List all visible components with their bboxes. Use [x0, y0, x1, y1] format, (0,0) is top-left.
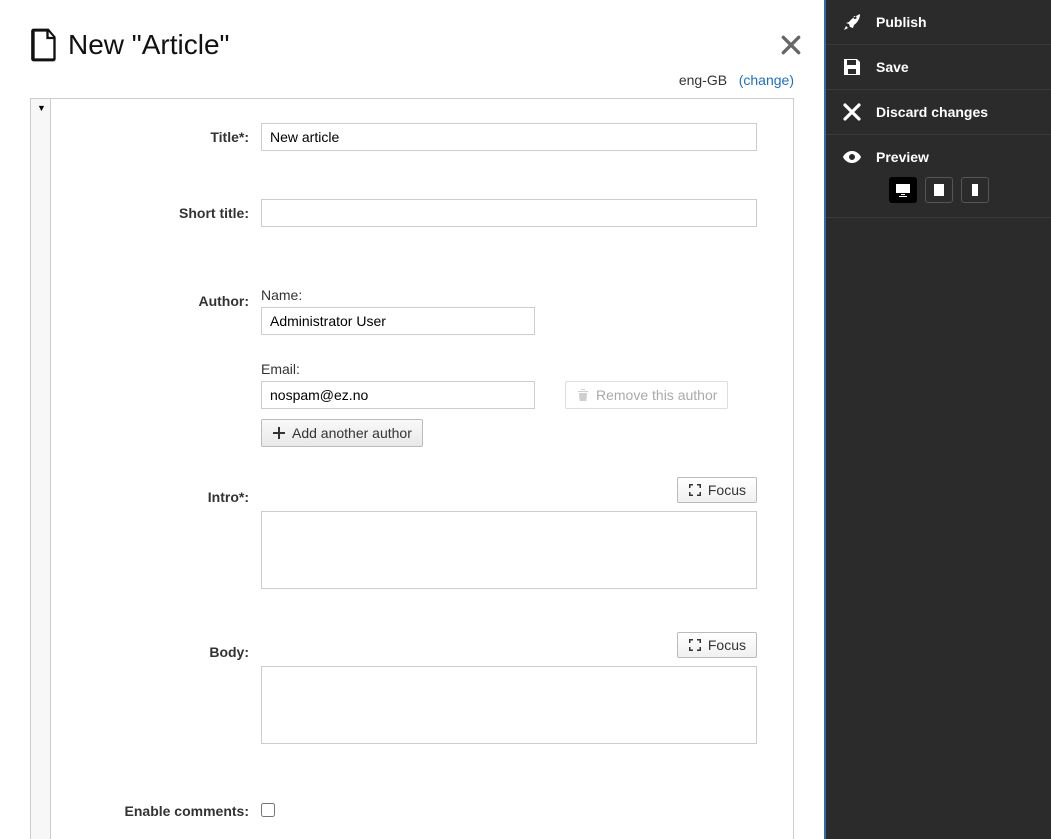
device-row: [842, 177, 1035, 203]
close-button[interactable]: [780, 34, 802, 59]
title-input[interactable]: [261, 123, 757, 151]
main-panel: New "Article" eng-GB (change) ▼ Title*: …: [0, 0, 826, 839]
short-title-input[interactable]: [261, 199, 757, 227]
expand-icon: [688, 638, 702, 652]
rocket-icon: [842, 12, 862, 32]
file-icon: [30, 28, 58, 62]
remove-author-button: Remove this author: [565, 381, 728, 409]
discard-icon: [842, 102, 862, 122]
intro-textarea[interactable]: [261, 511, 757, 589]
author-label: Author:: [51, 227, 261, 447]
body-focus-button[interactable]: Focus: [677, 632, 757, 658]
body-focus-label: Focus: [708, 637, 746, 653]
sidebar: Publish Save Discard changes Preview: [826, 0, 1051, 839]
short-title-label: Short title:: [51, 151, 261, 227]
page-title: New "Article": [68, 29, 229, 61]
enable-comments-label: Enable comments:: [51, 747, 261, 820]
language-row: eng-GB (change): [0, 72, 824, 98]
expand-icon: [688, 483, 702, 497]
mobile-icon: [967, 183, 983, 197]
language-code: eng-GB: [679, 72, 727, 88]
add-author-label: Add another author: [292, 425, 412, 441]
plus-icon: [272, 426, 286, 440]
form-container: ▼ Title*: Short title: Author: Name: Ema…: [30, 98, 794, 839]
save-icon: [842, 57, 862, 77]
save-button[interactable]: Save: [826, 45, 1051, 90]
save-label: Save: [876, 59, 909, 75]
preview-tablet-button[interactable]: [925, 177, 953, 203]
publish-label: Publish: [876, 14, 927, 30]
desktop-icon: [895, 183, 911, 197]
body-textarea[interactable]: [261, 666, 757, 744]
add-author-button[interactable]: Add another author: [261, 419, 423, 447]
preview-section: Preview: [826, 135, 1051, 218]
remove-author-label: Remove this author: [596, 387, 717, 403]
author-email-label: Email:: [261, 361, 763, 377]
trash-icon: [576, 388, 590, 402]
close-icon: [780, 34, 802, 56]
eye-icon: [842, 147, 862, 167]
intro-label: Intro*:: [51, 447, 261, 592]
body-label: Body:: [51, 592, 261, 747]
author-name-label: Name:: [261, 287, 763, 303]
preview-mobile-button[interactable]: [961, 177, 989, 203]
change-language-link[interactable]: (change): [739, 72, 794, 88]
preview-label: Preview: [876, 149, 929, 165]
tablet-icon: [931, 183, 947, 197]
enable-comments-checkbox[interactable]: [261, 803, 275, 817]
preview-desktop-button[interactable]: [889, 177, 917, 203]
publish-button[interactable]: Publish: [826, 0, 1051, 45]
author-name-input[interactable]: [261, 307, 535, 335]
tab-column[interactable]: ▼: [31, 99, 51, 839]
caret-down-icon: ▼: [37, 103, 46, 113]
discard-label: Discard changes: [876, 104, 988, 120]
author-email-input[interactable]: [261, 381, 535, 409]
form-grid: Title*: Short title: Author: Name: Email…: [51, 99, 793, 839]
intro-focus-label: Focus: [708, 482, 746, 498]
intro-focus-button[interactable]: Focus: [677, 477, 757, 503]
title-label: Title*:: [51, 99, 261, 151]
discard-button[interactable]: Discard changes: [826, 90, 1051, 135]
header: New "Article": [0, 0, 824, 72]
